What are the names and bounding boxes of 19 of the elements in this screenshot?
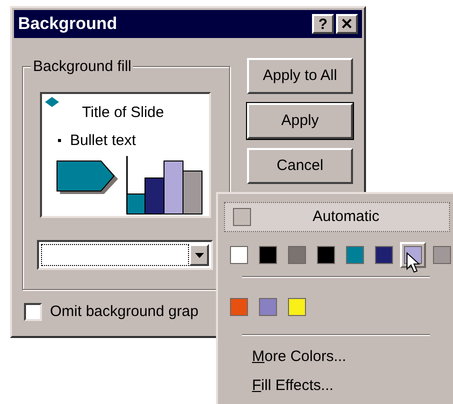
preview-title: Title of Slide (82, 103, 164, 123)
diamond-icon (45, 97, 59, 107)
pentagon-drawing (56, 160, 120, 196)
bullet-icon (58, 139, 61, 142)
help-button[interactable]: ? (312, 14, 334, 34)
caret-icon (189, 244, 209, 266)
window-title: Background (18, 13, 118, 36)
preview-bullet: Bullet text (70, 131, 136, 151)
menu-item[interactable]: More Colors... (252, 346, 448, 368)
checkbox-label: Omit background grap (50, 302, 198, 322)
automatic-button[interactable]: Automatic (224, 202, 450, 232)
cursor-icon (406, 252, 420, 274)
fill-dropdown[interactable] (37, 240, 213, 270)
dialog-button[interactable]: Apply to All (247, 58, 353, 94)
checkbox[interactable] (24, 303, 42, 322)
menu-item[interactable]: Fill Effects... (252, 374, 448, 397)
close-button[interactable]: ✕ (336, 14, 358, 34)
dialog-button[interactable]: Apply (247, 103, 353, 139)
dialog-button[interactable]: Cancel (247, 148, 353, 184)
